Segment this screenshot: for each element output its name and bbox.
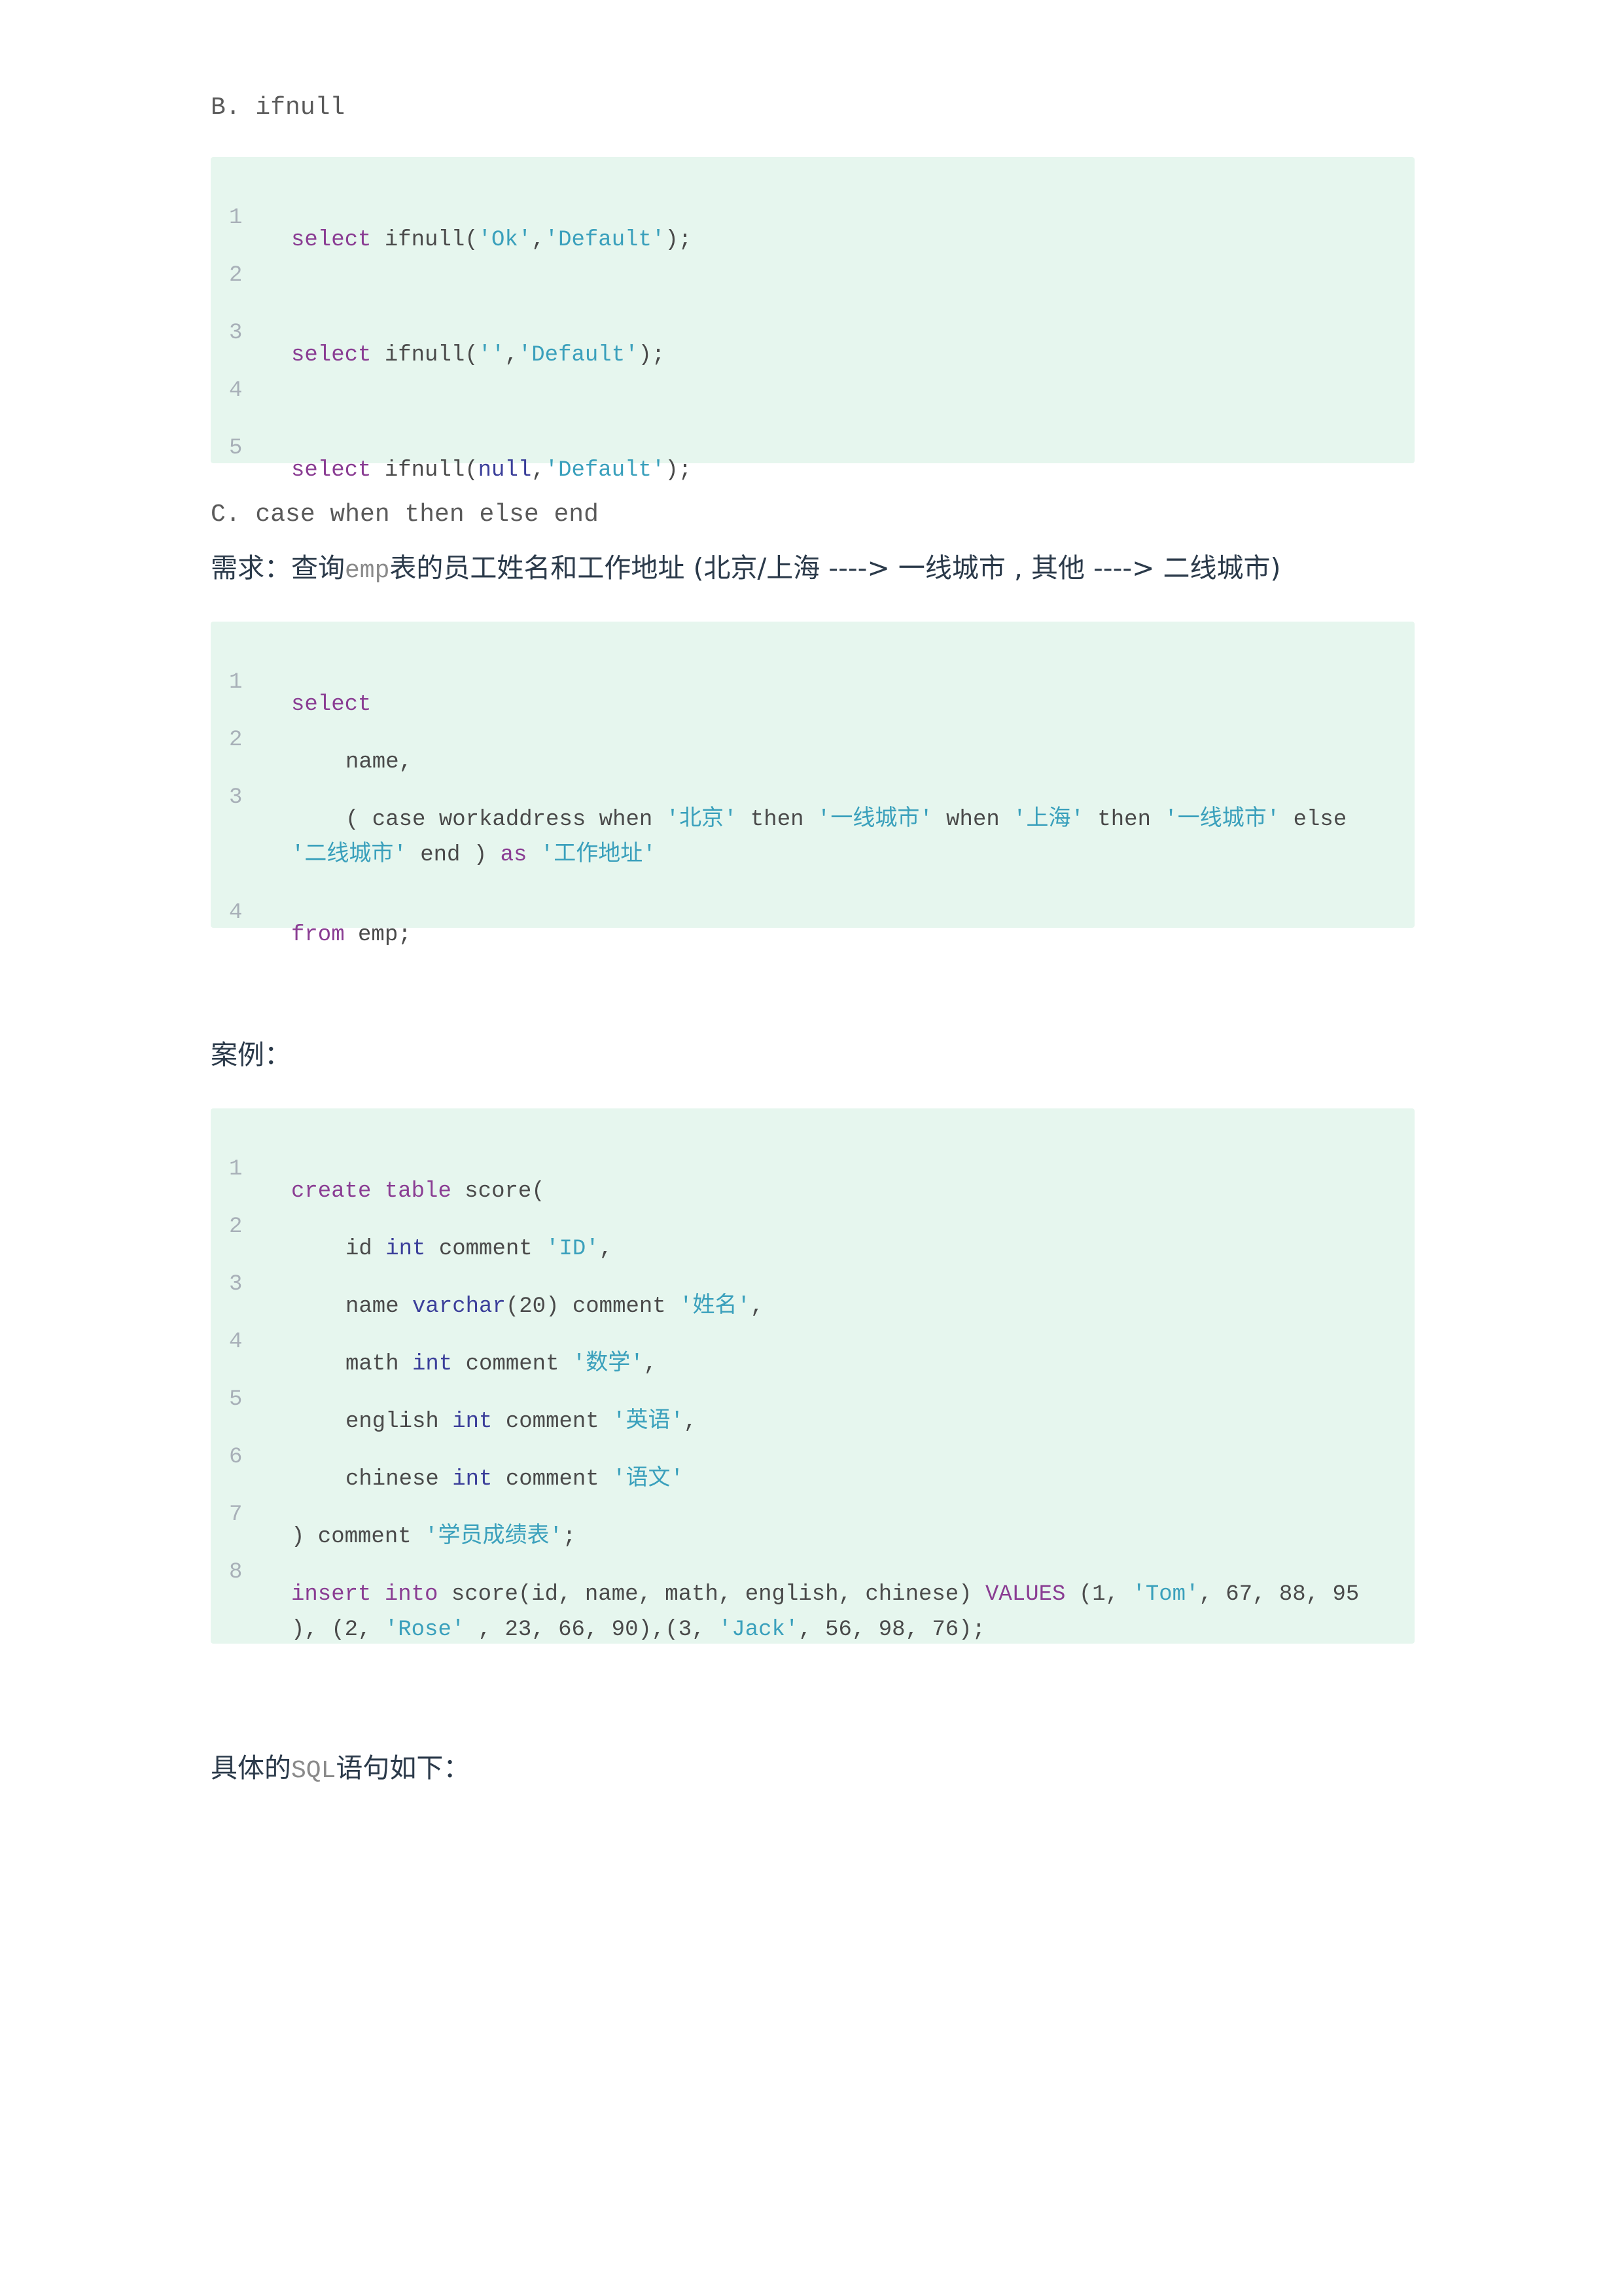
line-number: 1 (229, 205, 243, 230)
line-number: 4 (229, 900, 243, 925)
line-number: 6 (229, 1445, 243, 1470)
line-number: 2 (229, 728, 243, 752)
case-label: 案例： (211, 1039, 291, 1070)
code-block-score-table: 1 create table score( 2 id int comment '… (211, 1108, 1415, 1644)
code-line: 4 from emp; (211, 879, 1415, 968)
sql-statement-label: 具体的SQL语句如下： (211, 1752, 470, 1785)
section-heading-case-when: C. case when then else end (211, 501, 599, 529)
line-number: 5 (229, 1387, 243, 1412)
code-text: select ifnull(null,'Default'); (291, 458, 692, 483)
code-line: 5 select ifnull(null,'Default'); (211, 415, 1415, 504)
line-number: 3 (229, 785, 243, 810)
code-text: '二线城市' end ) as '工作地址' (291, 843, 656, 868)
code-line: 2 (211, 242, 1415, 309)
line-number: 2 (229, 263, 243, 288)
requirement-text: 需求：查询emp表的员工姓名和工作地址 (北京/上海 ----> 一线城市 , … (211, 552, 1281, 585)
line-number: 4 (229, 1330, 243, 1354)
code-text: ), (2, 'Rose' , 23, 66, 90),(3, 'Jack', … (291, 1617, 985, 1642)
line-number: 3 (229, 1272, 243, 1297)
line-number: 5 (229, 436, 243, 461)
section-heading-ifnull: B. ifnull (211, 94, 345, 122)
code-line-continuation: ), (2, 'Rose' , 23, 66, 90),(3, 'Jack', … (211, 1597, 1415, 1663)
line-number: 2 (229, 1214, 243, 1239)
line-number: 4 (229, 378, 243, 403)
code-line-continuation: '二线城市' end ) as '工作地址' (211, 822, 1415, 889)
line-number: 3 (229, 321, 243, 345)
code-block-case-when: 1 select 2 name, 3 ( case workaddress wh… (211, 622, 1415, 946)
line-number: 7 (229, 1502, 243, 1527)
line-number: 1 (229, 670, 243, 695)
line-number: 1 (229, 1157, 243, 1182)
document-page: B. ifnull 1 select ifnull('Ok','Default'… (0, 0, 1622, 2296)
code-text: from emp; (291, 923, 412, 947)
code-line: 4 (211, 357, 1415, 424)
line-number: 8 (229, 1560, 243, 1585)
code-block-ifnull: 1 select ifnull('Ok','Default'); 2 3 sel… (211, 157, 1415, 482)
